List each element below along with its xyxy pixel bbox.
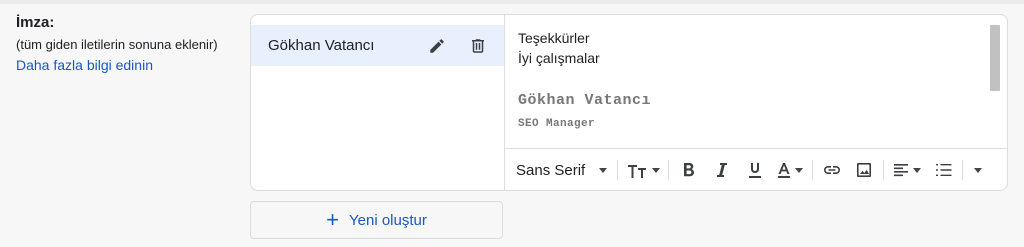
font-family-select[interactable]: Sans Serif <box>516 149 614 191</box>
trash-icon[interactable] <box>467 35 489 57</box>
create-new-button[interactable]: + Yeni oluştur <box>250 201 503 239</box>
more-formatting-button[interactable] <box>966 149 990 191</box>
editor-signature-name: Gökhan Vatancı <box>518 92 652 109</box>
signature-editor[interactable]: Teşekkürler İyi çalışmalar Gökhan Vatanc… <box>505 15 1007 191</box>
signature-title: İmza: <box>16 14 55 31</box>
editor-body[interactable]: Teşekkürler İyi çalışmalar <box>518 28 600 68</box>
image-button[interactable] <box>848 149 880 191</box>
toolbar-separator <box>668 160 669 180</box>
pencil-icon[interactable] <box>426 35 448 57</box>
underline-button[interactable] <box>738 149 771 191</box>
signature-list: Gökhan Vatancı <box>251 15 505 190</box>
plus-icon: + <box>326 207 339 232</box>
formatting-toolbar: Sans Serif <box>505 148 1007 191</box>
toolbar-separator <box>812 160 813 180</box>
editor-line-thanks: Teşekkürler <box>518 30 590 46</box>
editor-signature-role: SEO Manager <box>518 118 596 130</box>
font-family-label: Sans Serif <box>516 161 586 179</box>
list-icon <box>935 163 951 176</box>
learn-more-link[interactable]: Daha fazla bilgi edinin <box>16 57 153 73</box>
toolbar-separator <box>617 160 618 180</box>
numbered-list-button[interactable] <box>927 149 959 191</box>
signature-label-column: İmza: (tüm giden iletilerin sonuna eklen… <box>16 14 241 75</box>
link-button[interactable] <box>816 149 848 191</box>
align-button[interactable] <box>887 149 927 191</box>
create-new-label: Yeni oluştur <box>349 211 427 229</box>
chevron-down-icon <box>913 167 921 173</box>
signature-subtitle: (tüm giden iletilerin sonuna eklenir) <box>16 37 218 52</box>
align-icon <box>894 164 908 177</box>
signature-list-item[interactable]: Gökhan Vatancı <box>251 25 504 66</box>
chevron-down-icon <box>651 167 660 173</box>
signature-item-name: Gökhan Vatancı <box>268 37 375 54</box>
italic-icon <box>716 163 727 177</box>
text-color-icon <box>778 162 790 178</box>
top-divider <box>0 0 1024 4</box>
bold-button[interactable] <box>672 149 705 191</box>
signature-panel: Gökhan Vatancı Teşekkürler İyi çalışmala… <box>250 14 1008 191</box>
toolbar-separator <box>962 160 963 180</box>
underline-icon <box>748 162 761 178</box>
image-icon <box>857 163 871 177</box>
text-color-button[interactable] <box>771 149 809 191</box>
text-size-icon <box>627 165 646 178</box>
more-icon <box>974 167 982 173</box>
toolbar-separator <box>883 160 884 180</box>
italic-button[interactable] <box>705 149 738 191</box>
editor-line-regards: İyi çalışmalar <box>518 50 600 66</box>
chevron-down-icon <box>599 167 608 173</box>
editor-scrollbar[interactable] <box>990 25 1000 91</box>
bold-icon <box>683 163 694 177</box>
link-icon <box>824 166 840 174</box>
chevron-down-icon <box>795 167 803 173</box>
text-size-button[interactable] <box>621 149 665 191</box>
